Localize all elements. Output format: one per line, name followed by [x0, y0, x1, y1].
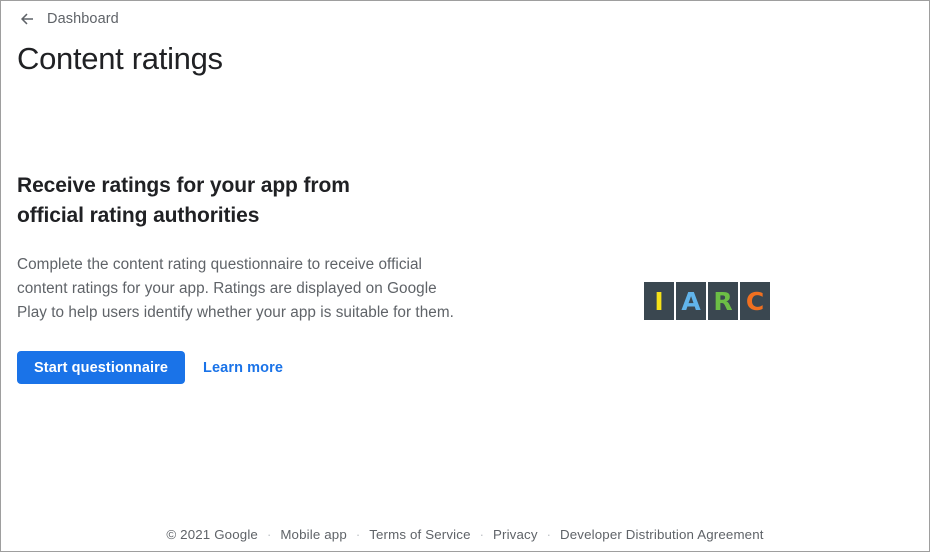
iarc-letter-r: R: [713, 286, 733, 316]
iarc-tile-a: A: [676, 282, 706, 320]
iarc-tile-i: I: [644, 282, 674, 320]
footer-link-terms-of-service[interactable]: Terms of Service: [369, 526, 470, 544]
arrow-left-icon: [18, 10, 36, 28]
iarc-letter-i: I: [654, 286, 664, 316]
iarc-letter-a: A: [681, 286, 701, 316]
back-nav-label: Dashboard: [47, 11, 119, 27]
footer-link-privacy[interactable]: Privacy: [493, 526, 538, 544]
page-title: Content ratings: [17, 41, 223, 76]
section-heading: Receive ratings for your app from offici…: [17, 174, 350, 227]
section-description: Complete the content rating questionnair…: [17, 256, 454, 321]
iarc-tile-r: R: [708, 282, 738, 320]
footer: © 2021 Google · Mobile app · Terms of Se…: [1, 526, 929, 544]
main-content: Receive ratings for your app from offici…: [17, 171, 487, 384]
iarc-logo: I A R C: [644, 282, 770, 320]
footer-link-developer-distribution-agreement[interactable]: Developer Distribution Agreement: [560, 526, 764, 544]
footer-separator: ·: [355, 527, 361, 542]
footer-link-mobile-app[interactable]: Mobile app: [280, 526, 347, 544]
action-row: Start questionnaire Learn more: [17, 351, 487, 384]
content-ratings-page: Dashboard Content ratings Receive rating…: [0, 0, 930, 552]
footer-copyright: © 2021 Google: [166, 527, 258, 542]
footer-separator: ·: [266, 527, 272, 542]
iarc-tile-c: C: [740, 282, 770, 320]
footer-separator: ·: [546, 527, 551, 542]
footer-separator: ·: [479, 527, 484, 542]
back-to-dashboard-link[interactable]: Dashboard: [18, 10, 119, 28]
learn-more-link[interactable]: Learn more: [203, 360, 283, 376]
start-questionnaire-button[interactable]: Start questionnaire: [17, 351, 186, 384]
iarc-letter-c: C: [745, 286, 765, 316]
